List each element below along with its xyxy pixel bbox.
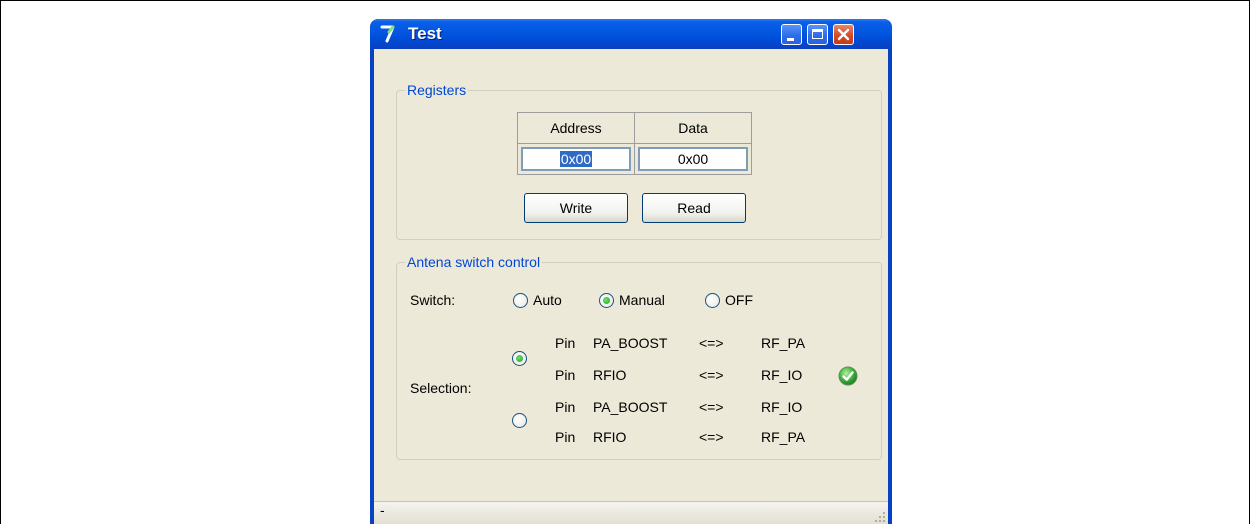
radio-auto[interactable] xyxy=(513,293,528,308)
pin-label: Pin xyxy=(555,429,576,445)
minimize-button[interactable] xyxy=(781,24,802,45)
register-table: Address Data 0x00 0x00 xyxy=(517,112,752,175)
close-button[interactable] xyxy=(833,24,854,45)
data-value: 0x00 xyxy=(677,151,709,167)
registers-group: Registers Address Data 0x00 0x00 Write R… xyxy=(396,82,882,240)
status-bar: - xyxy=(374,501,888,524)
title-bar[interactable]: Test xyxy=(370,19,892,49)
selection-radio-2[interactable] xyxy=(512,413,527,428)
status-text: - xyxy=(380,504,385,519)
radio-manual[interactable] xyxy=(599,293,614,308)
radio-off-label: OFF xyxy=(725,292,753,308)
data-input[interactable]: 0x00 xyxy=(638,147,748,171)
pin-label: Pin xyxy=(555,367,576,383)
green-check-icon xyxy=(838,366,858,386)
address-input[interactable]: 0x00 xyxy=(521,147,631,171)
switch-label: Switch: xyxy=(410,292,456,308)
window-client: Registers Address Data 0x00 0x00 Write R… xyxy=(374,49,888,524)
radio-auto-label: Auto xyxy=(533,292,562,308)
registers-legend: Registers xyxy=(405,82,469,98)
data-cell: 0x00 xyxy=(634,143,752,175)
selection-label: Selection: xyxy=(410,380,472,396)
address-value: 0x00 xyxy=(559,151,593,167)
pin-name: PA_BOOST xyxy=(593,399,668,415)
app-logo-icon xyxy=(380,25,395,43)
antenna-legend: Antena switch control xyxy=(405,254,543,270)
read-button[interactable]: Read xyxy=(642,193,746,223)
pin-name: PA_BOOST xyxy=(593,335,668,351)
pin-arrow: <=> xyxy=(699,429,724,445)
data-header: Data xyxy=(634,112,752,144)
rf-name: RF_PA xyxy=(761,429,806,445)
rf-name: RF_IO xyxy=(761,367,803,383)
rf-name: RF_PA xyxy=(761,335,806,351)
address-cell: 0x00 xyxy=(517,143,635,175)
address-header: Address xyxy=(517,112,635,144)
pin-name: RFIO xyxy=(593,429,627,445)
write-button[interactable]: Write xyxy=(524,193,628,223)
selection-radio-1[interactable] xyxy=(512,351,527,366)
pin-arrow: <=> xyxy=(699,335,724,351)
antenna-switch-group: Antena switch control Switch: Auto Manua… xyxy=(396,254,882,460)
maximize-icon xyxy=(812,29,823,39)
resize-grip-icon[interactable] xyxy=(874,511,886,523)
window-title: Test xyxy=(408,24,442,43)
radio-manual-label: Manual xyxy=(619,292,665,308)
pin-name: RFIO xyxy=(593,367,627,383)
pin-label: Pin xyxy=(555,335,576,351)
rf-name: RF_IO xyxy=(761,399,803,415)
minimize-icon xyxy=(787,38,794,41)
pin-label: Pin xyxy=(555,399,576,415)
maximize-button[interactable] xyxy=(807,24,828,45)
pin-arrow: <=> xyxy=(699,367,724,383)
close-icon xyxy=(837,28,850,41)
test-window: Test Registers Address Data 0x00 0x00 Wr… xyxy=(370,19,892,524)
pin-arrow: <=> xyxy=(699,399,724,415)
radio-off[interactable] xyxy=(705,293,720,308)
